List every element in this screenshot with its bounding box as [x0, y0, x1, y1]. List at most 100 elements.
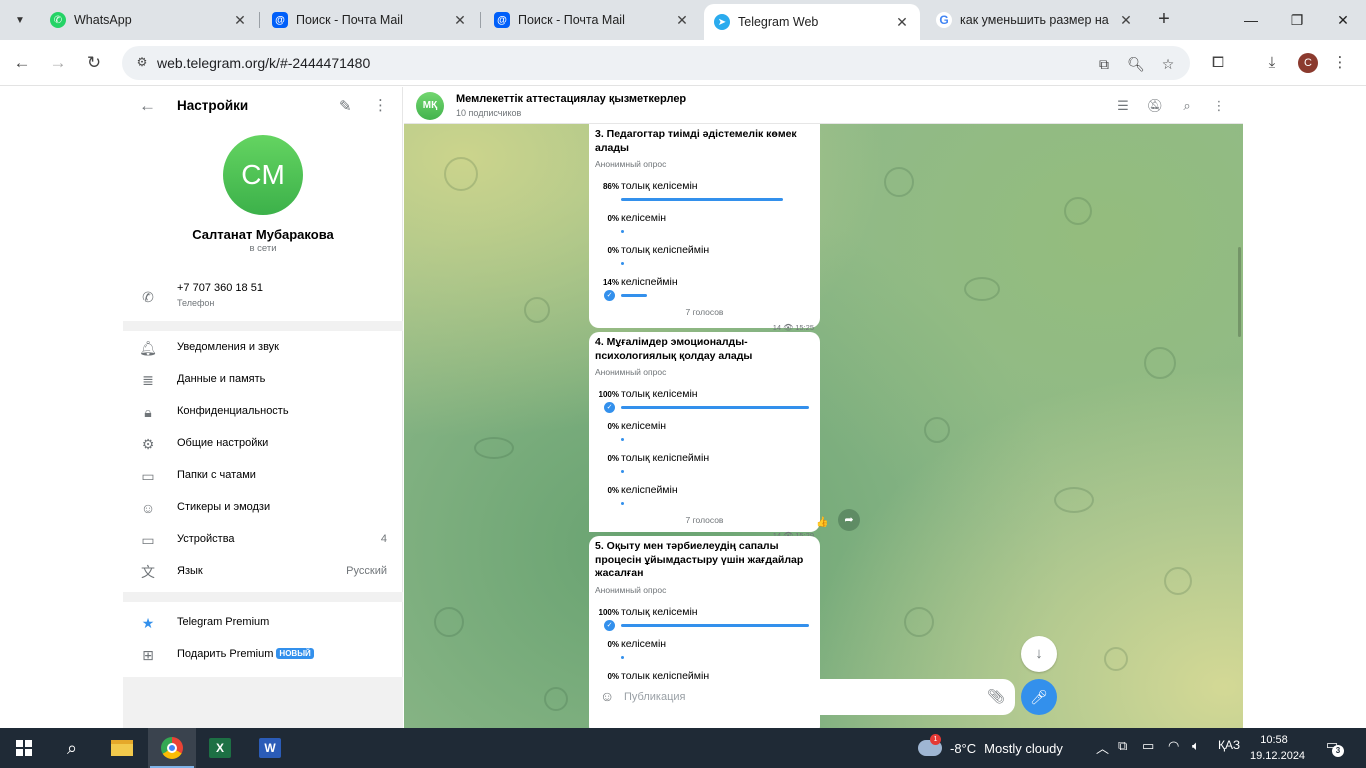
url-text[interactable]: web.telegram.org/k/#-2444471480: [157, 55, 370, 71]
tab-search-button[interactable]: ▼: [8, 8, 32, 32]
scroll-to-bottom-button[interactable]: ↓: [1021, 636, 1057, 672]
edit-pencil-icon[interactable]: ✎: [339, 97, 352, 115]
new-tab-button[interactable]: +: [1152, 8, 1176, 32]
star-icon: ★: [141, 615, 155, 631]
browser-menu-button[interactable]: ⋮: [1328, 51, 1352, 75]
profile-avatar[interactable]: CM: [223, 135, 303, 215]
poll-votes[interactable]: 7 голосов: [595, 307, 814, 321]
reload-button[interactable]: ↻: [82, 51, 106, 75]
network-adapter-icon[interactable]: ⧉: [1118, 738, 1127, 754]
message-input[interactable]: [624, 687, 974, 707]
back-arrow-icon[interactable]: ←: [139, 96, 156, 116]
poll-option[interactable]: 0% толық келіспеймін: [595, 449, 814, 481]
restore-button[interactable]: ❐: [1274, 8, 1320, 32]
more-vertical-icon[interactable]: ⋮: [1210, 97, 1228, 115]
background-doodle: [524, 297, 550, 323]
poll-option[interactable]: 0% толық келіспеймін: [595, 241, 814, 273]
close-icon[interactable]: ✕: [1118, 12, 1134, 29]
zoom-icon[interactable]: 🔍︎: [1126, 54, 1146, 74]
close-icon[interactable]: ✕: [232, 12, 248, 29]
close-icon[interactable]: ✕: [674, 12, 690, 29]
minimize-button[interactable]: —: [1228, 8, 1274, 32]
checkmark-icon: ✓: [604, 290, 615, 301]
menu-stickers[interactable]: ☺ Стикеры и эмодзи: [123, 492, 403, 524]
wifi-icon[interactable]: ◠: [1168, 738, 1179, 754]
profile-avatar[interactable]: C: [1298, 53, 1318, 73]
tab-mail-1[interactable]: @ Поиск - Почта Mail ✕: [262, 6, 478, 34]
weather-text: Mostly cloudy: [984, 740, 1063, 756]
channel-avatar[interactable]: МҚ: [416, 92, 444, 120]
menu-notifications[interactable]: 🔔︎ Уведомления и звук: [123, 332, 403, 364]
poll-votes[interactable]: 7 голосов: [595, 515, 814, 529]
bookmark-star-icon[interactable]: ☆: [1158, 54, 1178, 74]
close-icon[interactable]: ✕: [452, 12, 468, 29]
menu-devices[interactable]: ▭ Устройства 4: [123, 524, 403, 556]
taskbar-excel[interactable]: X: [196, 728, 244, 768]
input-language[interactable]: ҚАЗ: [1218, 738, 1240, 752]
mail-icon: @: [272, 12, 288, 28]
volume-icon[interactable]: 🔈︎: [1192, 738, 1200, 754]
notification-center-button[interactable]: ▭ 3: [1320, 737, 1344, 759]
taskbar-chrome[interactable]: [148, 728, 196, 768]
forward-button[interactable]: ➦: [838, 509, 860, 531]
discussion-icon[interactable]: ☰: [1114, 97, 1132, 115]
chevron-up-icon[interactable]: ︿: [1096, 738, 1109, 757]
tab-mail-2[interactable]: @ Поиск - Почта Mail ✕: [484, 6, 700, 34]
poll-option[interactable]: 0% келісемін: [595, 635, 814, 667]
weather-widget[interactable]: 1 -8°C Mostly cloudy: [918, 734, 1063, 760]
mute-bell-icon[interactable]: 🔕︎: [1146, 97, 1164, 115]
site-info-icon[interactable]: ⚙: [134, 55, 150, 71]
battery-icon[interactable]: ▭: [1142, 738, 1154, 754]
poll-option[interactable]: 0% келісемін: [595, 209, 814, 241]
emoji-icon[interactable]: ☺: [600, 688, 614, 704]
menu-gift-premium[interactable]: ⊞ Подарить Premium НОВЫЙ: [123, 639, 403, 671]
poll-option[interactable]: 0% келісемін: [595, 417, 814, 449]
menu-privacy[interactable]: 🔒︎ Конфиденциальность: [123, 396, 403, 428]
windows-logo-icon: [16, 740, 32, 756]
search-icon[interactable]: ⌕: [1178, 97, 1196, 115]
menu-general[interactable]: ⚙ Общие настройки: [123, 428, 403, 460]
tab-whatsapp[interactable]: ✆ WhatsApp ✕: [40, 6, 258, 34]
close-window-button[interactable]: ✕: [1320, 8, 1366, 32]
channel-title[interactable]: Мемлекеттік аттестациялау қызметкерлер: [456, 93, 686, 105]
chat-scrollbar[interactable]: [1238, 247, 1241, 337]
poll-option[interactable]: ✓ 100% толық келісемін: [595, 385, 814, 417]
menu-telegram-premium[interactable]: ★ Telegram Premium: [123, 607, 403, 639]
voice-record-button[interactable]: 🎤︎: [1021, 679, 1057, 715]
poll-option[interactable]: ✓ 14% келіспеймін: [595, 273, 814, 305]
paperclip-icon[interactable]: 📎︎: [987, 688, 1005, 705]
taskbar-file-explorer[interactable]: [98, 728, 146, 768]
puzzle-icon: ⧠: [1211, 54, 1224, 71]
menu-data-storage[interactable]: ≣ Данные и память: [123, 364, 403, 396]
install-app-icon[interactable]: ⧉: [1094, 54, 1114, 74]
forward-button[interactable]: →: [46, 51, 70, 75]
address-bar[interactable]: ⚙ web.telegram.org/k/#-2444471480 ⧉ 🔍︎ ☆: [122, 46, 1190, 80]
background-doodle: [904, 607, 934, 637]
share-arrow-icon: ➦: [844, 514, 854, 526]
downloads-button[interactable]: ⤓: [1260, 51, 1284, 75]
start-button[interactable]: [0, 728, 48, 768]
menu-language[interactable]: 文 Язык Русский: [123, 556, 403, 588]
menu-folders[interactable]: ▭ Папки с чатами: [123, 460, 403, 492]
language-value: Русский: [346, 565, 387, 577]
page-right-margin: [1243, 87, 1366, 728]
notification-count: 3: [1332, 745, 1344, 757]
tab-google[interactable]: G как уменьшить размер на ✕: [926, 6, 1144, 34]
poll-type: Анонимный опрос: [595, 159, 667, 169]
close-icon[interactable]: ✕: [894, 14, 910, 31]
telegram-icon: ➤: [714, 14, 730, 30]
poll-option-bar: [621, 406, 809, 409]
poll-option-bar: [621, 262, 624, 265]
phone-row[interactable]: ✆ +7 707 360 18 51 Телефон: [123, 277, 403, 317]
tab-telegram[interactable]: ➤ Telegram Web ✕: [704, 4, 920, 40]
extensions-button[interactable]: ⧠: [1206, 51, 1230, 75]
thumbs-up-reaction[interactable]: 👍: [816, 517, 828, 528]
taskbar-word[interactable]: W: [246, 728, 294, 768]
poll-option[interactable]: 0% келіспеймін: [595, 481, 814, 513]
taskbar-search-button[interactable]: ⌕: [48, 728, 96, 768]
back-button[interactable]: ←: [10, 51, 34, 75]
poll-option[interactable]: 86% толық келісемін: [595, 177, 814, 209]
taskbar-clock[interactable]: 10:58 19.12.2024: [1250, 732, 1305, 764]
poll-option[interactable]: ✓ 100% толық келісемін: [595, 603, 814, 635]
more-vertical-icon[interactable]: ⋮: [373, 96, 388, 114]
